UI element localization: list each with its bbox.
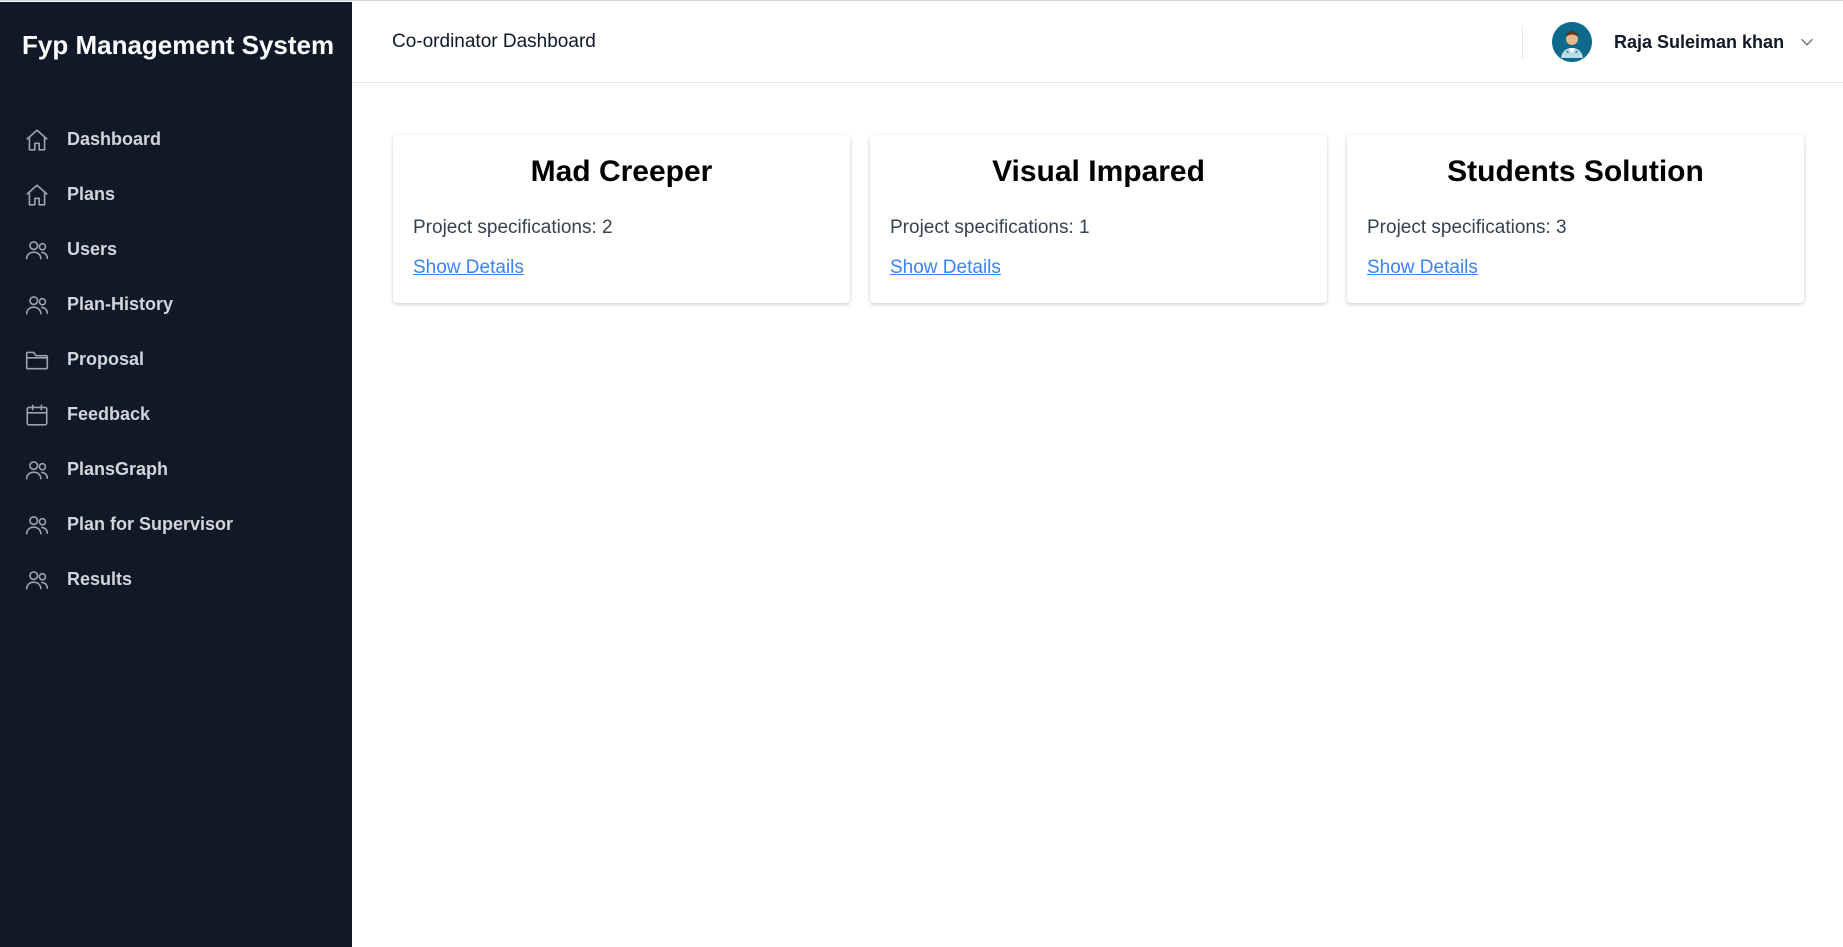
sidebar-item-label: Dashboard (67, 129, 162, 149)
sidebar-item-label: Users (67, 239, 118, 259)
users-icon (24, 237, 50, 263)
project-title: Mad Creeper (530, 155, 713, 188)
project-spec-count: Project specifications: 3 (1367, 217, 1567, 238)
project-card: Visual Impared Project specifications: 1… (870, 135, 1327, 303)
sidebar-item-label: Feedback (67, 404, 151, 424)
project-card: Mad Creeper Project specifications: 2 Sh… (393, 135, 850, 303)
project-cards: Mad Creeper Project specifications: 2 Sh… (393, 135, 1804, 303)
chevron-down-icon[interactable] (1798, 33, 1816, 51)
sidebar-item-label: Results (67, 569, 133, 589)
top-header: Co-ordinator Dashboard Raja Suleiman kha… (352, 2, 1843, 83)
home-icon (24, 182, 50, 208)
show-details-link[interactable]: Show Details (413, 257, 524, 279)
sidebar-item-users[interactable]: Users (0, 222, 352, 277)
folder-icon (24, 347, 50, 373)
sidebar-item-plan-history[interactable]: Plan-History (0, 277, 352, 332)
show-details-link[interactable]: Show Details (1367, 257, 1478, 279)
page-title: Co-ordinator Dashboard (392, 31, 596, 52)
sidebar: Fyp Management System Dashboard Plans Us… (0, 2, 352, 947)
show-details-link[interactable]: Show Details (890, 257, 1001, 279)
sidebar-item-results[interactable]: Results (0, 552, 352, 607)
calendar-icon (24, 402, 50, 428)
project-spec-count: Project specifications: 1 (890, 217, 1090, 238)
sidebar-item-label: Proposal (67, 349, 145, 369)
sidebar-item-plans[interactable]: Plans (0, 167, 352, 222)
sidebar-item-proposal[interactable]: Proposal (0, 332, 352, 387)
users-icon (24, 457, 50, 483)
sidebar-nav: Dashboard Plans Users Plan-History Propo… (0, 112, 352, 607)
project-title: Students Solution (1447, 155, 1704, 188)
header-divider (1522, 26, 1523, 59)
users-icon (24, 567, 50, 593)
project-title: Visual Impared (992, 155, 1205, 188)
project-spec-count: Project specifications: 2 (413, 217, 613, 238)
sidebar-item-plan-for-supervisor[interactable]: Plan for Supervisor (0, 497, 352, 552)
sidebar-item-feedback[interactable]: Feedback (0, 387, 352, 442)
sidebar-item-plansgraph[interactable]: PlansGraph (0, 442, 352, 497)
users-icon (24, 292, 50, 318)
project-card: Students Solution Project specifications… (1347, 135, 1804, 303)
home-icon (24, 127, 50, 153)
sidebar-item-label: Plan for Supervisor (67, 514, 234, 534)
avatar (1552, 22, 1592, 62)
user-menu[interactable]: Raja Suleiman khan (1552, 22, 1816, 62)
sidebar-item-label: Plan-History (67, 294, 174, 314)
sidebar-item-label: PlansGraph (67, 459, 169, 479)
sidebar-item-label: Plans (67, 184, 116, 204)
user-name: Raja Suleiman khan (1614, 31, 1785, 52)
brand-title: Fyp Management System (22, 30, 335, 60)
sidebar-item-dashboard[interactable]: Dashboard (0, 112, 352, 167)
users-icon (24, 512, 50, 538)
